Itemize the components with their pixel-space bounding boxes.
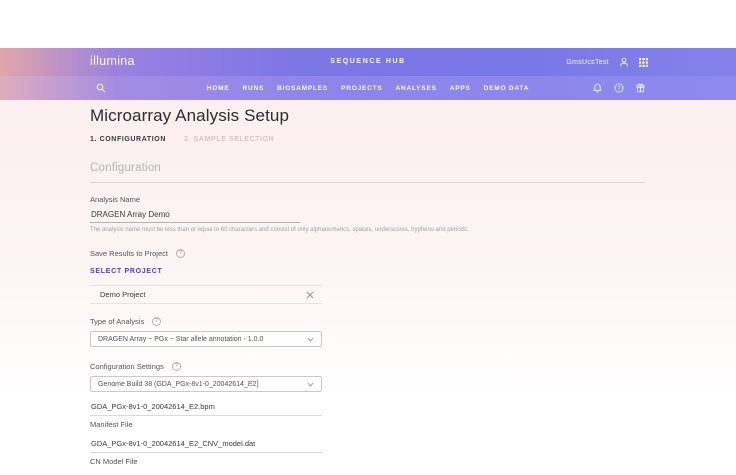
type-of-analysis-label: Type of Analysis — [90, 317, 645, 326]
project-label: Save Results to Project — [90, 249, 645, 258]
selected-project-row: Demo Project — [90, 285, 322, 304]
analysis-name-label: Analysis Name — [90, 195, 645, 204]
nav-item-analyses[interactable]: ANALYSES — [396, 85, 437, 92]
username[interactable]: GmsUcsTest — [566, 59, 609, 66]
cn-model-file-label: CN Model File — [90, 457, 645, 466]
nav-item-runs[interactable]: RUNS — [242, 85, 264, 92]
nav-item-apps[interactable]: APPS — [450, 85, 471, 92]
analysis-name-label-text: Analysis Name — [90, 195, 140, 204]
project-help-icon[interactable] — [176, 249, 185, 258]
type-of-analysis-label-text: Type of Analysis — [90, 317, 144, 326]
analysis-name-input[interactable] — [90, 208, 300, 223]
page-title: Microarray Analysis Setup — [90, 106, 645, 126]
bell-icon[interactable] — [593, 83, 602, 93]
setup-steps: 1. CONFIGURATION 2. SAMPLE SELECTION — [90, 136, 645, 143]
person-icon[interactable] — [619, 57, 629, 67]
type-of-analysis-help-icon[interactable] — [152, 317, 161, 326]
configuration-settings-help-icon[interactable] — [172, 362, 181, 371]
nav-item-biosamples[interactable]: BIOSAMPLES — [277, 85, 328, 92]
cn-model-file-value: GDA_PGx-8v1-0_20042614_E2_CNV_model.dat — [90, 439, 322, 453]
gift-icon[interactable] — [636, 83, 645, 93]
nav-item-projects[interactable]: PROJECTS — [341, 85, 382, 92]
apps-grid-icon[interactable] — [639, 58, 648, 67]
type-of-analysis-select[interactable]: DRAGEN Array ~ PGx ~ Star allele annotat… — [90, 331, 322, 347]
step-sample-selection[interactable]: 2. SAMPLE SELECTION — [184, 136, 274, 143]
manifest-file-value: GDA_PGx-8v1-0_20042614_E2.bpm — [90, 402, 322, 416]
configuration-settings-label: Configuration Settings — [90, 362, 645, 371]
analysis-name-helper: The analysis name must be less than or e… — [90, 227, 645, 233]
svg-text:?: ? — [617, 86, 620, 92]
manifest-file-label: Manifest File — [90, 420, 645, 429]
nav-item-home[interactable]: HOME — [207, 85, 230, 92]
selected-project-value: Demo Project — [100, 290, 145, 299]
nav-item-demo-data[interactable]: DEMO DATA — [484, 85, 530, 92]
main-content: Microarray Analysis Setup 1. CONFIGURATI… — [90, 106, 645, 466]
chevron-down-icon — [307, 337, 314, 342]
configuration-settings-value: Genome Build 38 (GDA_PGx-8v1-0_20042614_… — [98, 381, 259, 388]
chevron-down-icon — [307, 382, 314, 387]
top-brand-bar: illumina SEQUENCE HUB GmsUcsTest — [0, 48, 736, 76]
type-of-analysis-value: DRAGEN Array ~ PGx ~ Star allele annotat… — [98, 336, 263, 343]
help-icon[interactable]: ? — [614, 83, 624, 93]
close-icon[interactable] — [306, 291, 314, 299]
configuration-settings-label-text: Configuration Settings — [90, 362, 164, 371]
section-heading-configuration: Configuration — [90, 162, 645, 183]
select-project-link[interactable]: SELECT PROJECT — [90, 268, 162, 275]
project-label-text: Save Results to Project — [90, 249, 168, 258]
main-nav-bar: HOME RUNS BIOSAMPLES PROJECTS ANALYSES A… — [0, 76, 736, 100]
step-configuration[interactable]: 1. CONFIGURATION — [90, 136, 166, 143]
configuration-settings-select[interactable]: Genome Build 38 (GDA_PGx-8v1-0_20042614_… — [90, 376, 322, 392]
